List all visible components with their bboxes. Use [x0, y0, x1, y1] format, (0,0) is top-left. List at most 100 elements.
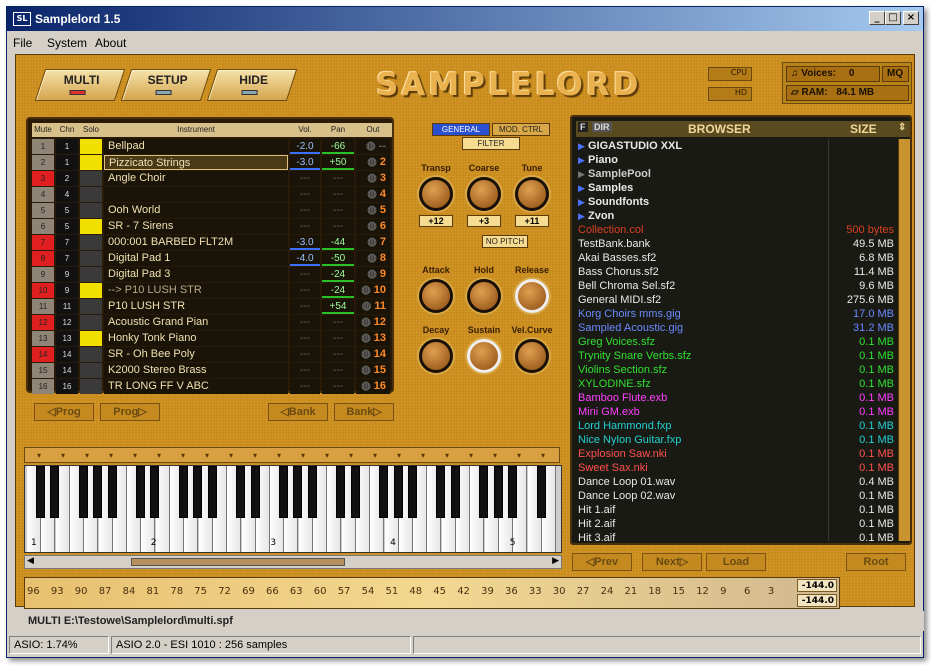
browser-file[interactable]: Lord Hammond.fxp 0.1 MB — [576, 419, 898, 433]
zone-marker-icon[interactable]: ▾ — [397, 451, 401, 460]
transp-knob[interactable] — [419, 177, 453, 211]
menu-system[interactable]: System — [47, 36, 87, 50]
black-key[interactable] — [436, 466, 446, 518]
output-value[interactable]: ◍ 14 — [356, 347, 390, 362]
zone-marker-icon[interactable]: ▾ — [469, 451, 473, 460]
browser-file[interactable]: XYLODINE.sfz 0.1 MB — [576, 377, 898, 391]
output-value[interactable]: ◍ 15 — [356, 363, 390, 378]
output-value[interactable]: ◍ 8 — [356, 251, 390, 266]
instrument-name[interactable] — [104, 187, 288, 202]
bank-next-button[interactable]: Bank▷ — [334, 403, 394, 421]
channel-value[interactable]: 9 — [56, 283, 78, 298]
solo-toggle[interactable] — [80, 363, 102, 378]
minimize-button[interactable]: _ — [869, 11, 885, 25]
browser-file[interactable]: Sampled Acoustic.gig 31.2 MB — [576, 321, 898, 335]
zone-marker-icon[interactable]: ▾ — [61, 451, 65, 460]
tune-knob[interactable] — [515, 177, 549, 211]
prog-next-button[interactable]: Prog▷ — [100, 403, 160, 421]
instrument-name[interactable]: P10 LUSH STR — [104, 299, 288, 314]
volume-value[interactable]: --- — [290, 187, 320, 202]
pan-value[interactable]: --- — [322, 187, 354, 202]
pan-value[interactable]: --- — [322, 203, 354, 218]
zone-marker-icon[interactable]: ▾ — [85, 451, 89, 460]
zone-marker-icon[interactable]: ▾ — [277, 451, 281, 460]
volume-value[interactable]: -3.0 — [290, 155, 320, 170]
zone-marker-icon[interactable]: ▾ — [253, 451, 257, 460]
output-value[interactable]: ◍ 9 — [356, 267, 390, 282]
pan-value[interactable]: --- — [322, 171, 354, 186]
pan-value[interactable]: --- — [322, 347, 354, 362]
volume-value[interactable]: -4.0 — [290, 251, 320, 266]
volume-value[interactable]: --- — [290, 315, 320, 330]
black-key[interactable] — [236, 466, 246, 518]
output-value[interactable]: ◍ 11 — [356, 299, 390, 314]
browser-load-button[interactable]: Load — [706, 553, 766, 571]
mute-toggle[interactable]: 3 — [32, 171, 54, 186]
browser-file[interactable]: Hit 1.aif 0.1 MB — [576, 503, 898, 517]
black-key[interactable] — [136, 466, 146, 518]
black-key[interactable] — [279, 466, 289, 518]
filter-button[interactable]: FILTER — [462, 137, 520, 150]
channel-value[interactable]: 1 — [56, 139, 78, 154]
instrument-name[interactable]: Pizzicato Strings — [104, 155, 288, 170]
solo-toggle[interactable] — [80, 347, 102, 362]
black-key[interactable] — [193, 466, 203, 518]
zone-marker-icon[interactable]: ▾ — [373, 451, 377, 460]
zone-marker-icon[interactable]: ▾ — [229, 451, 233, 460]
solo-toggle[interactable] — [80, 203, 102, 218]
output-value[interactable]: ◍ -- — [356, 139, 390, 154]
mixer-row[interactable]: 15 14 K2000 Stereo Brass --- --- ◍ 15 — [32, 363, 392, 379]
zone-marker-icon[interactable]: ▾ — [541, 451, 545, 460]
output-value[interactable]: ◍ 3 — [356, 171, 390, 186]
velcurve-knob[interactable] — [515, 339, 549, 373]
channel-value[interactable]: 16 — [56, 379, 78, 394]
coarse-knob[interactable] — [467, 177, 501, 211]
zone-marker-icon[interactable]: ▾ — [181, 451, 185, 460]
zone-marker-icon[interactable]: ▾ — [349, 451, 353, 460]
solo-toggle[interactable] — [80, 283, 102, 298]
pan-value[interactable]: --- — [322, 331, 354, 346]
pan-value[interactable]: -44 — [322, 235, 354, 250]
mute-toggle[interactable]: 2 — [32, 155, 54, 170]
sort-icon[interactable]: ⇕ — [898, 122, 906, 133]
mute-toggle[interactable]: 11 — [32, 299, 54, 314]
browser-file[interactable]: Dance Loop 02.wav 0.1 MB — [576, 489, 898, 503]
solo-toggle[interactable] — [80, 267, 102, 282]
instrument-name[interactable]: Bellpad — [104, 139, 288, 154]
mixer-row[interactable]: 1 1 Bellpad -2.0 -66 ◍ -- — [32, 139, 392, 155]
volume-value[interactable]: -2.0 — [290, 139, 320, 154]
browser-file[interactable]: General MIDI.sf2 275.6 MB — [576, 293, 898, 307]
channel-value[interactable]: 14 — [56, 347, 78, 362]
scroll-left-icon[interactable]: ◀ — [27, 556, 34, 566]
browser-folder[interactable]: ▶ Zvon — [576, 209, 898, 223]
pan-value[interactable]: --- — [322, 379, 354, 394]
title-bar[interactable]: SL Samplelord 1.5 _ □ × — [7, 7, 923, 31]
zone-marker-icon[interactable]: ▾ — [421, 451, 425, 460]
black-key[interactable] — [107, 466, 117, 518]
pan-value[interactable]: -24 — [322, 283, 354, 298]
mixer-row[interactable]: 10 9 --> P10 LUSH STR --- -24 ◍ 10 — [32, 283, 392, 299]
solo-toggle[interactable] — [80, 315, 102, 330]
channel-value[interactable]: 12 — [56, 315, 78, 330]
channel-value[interactable]: 2 — [56, 171, 78, 186]
browser-folder[interactable]: ▶ GIGASTUDIO XXL — [576, 139, 898, 153]
black-key[interactable] — [493, 466, 503, 518]
mute-toggle[interactable]: 12 — [32, 315, 54, 330]
mute-toggle[interactable]: 14 — [32, 347, 54, 362]
mute-toggle[interactable]: 9 — [32, 267, 54, 282]
mixer-row[interactable]: 13 13 Honky Tonk Piano --- --- ◍ 13 — [32, 331, 392, 347]
instrument-name[interactable]: Angle Choir — [104, 171, 288, 186]
mute-toggle[interactable]: 1 — [32, 139, 54, 154]
mixer-row[interactable]: 11 11 P10 LUSH STR --- +54 ◍ 11 — [32, 299, 392, 315]
output-value[interactable]: ◍ 12 — [356, 315, 390, 330]
channel-value[interactable]: 7 — [56, 251, 78, 266]
pan-value[interactable]: -24 — [322, 267, 354, 282]
mixer-row[interactable]: 6 5 SR - 7 Sirens --- --- ◍ 6 — [32, 219, 392, 235]
menu-file[interactable]: File — [13, 36, 32, 50]
mute-toggle[interactable]: 7 — [32, 235, 54, 250]
zone-marker-icon[interactable]: ▾ — [301, 451, 305, 460]
black-key[interactable] — [379, 466, 389, 518]
channel-value[interactable]: 4 — [56, 187, 78, 202]
instrument-name[interactable]: --> P10 LUSH STR — [104, 283, 288, 298]
browser-folder[interactable]: ▶ Piano — [576, 153, 898, 167]
